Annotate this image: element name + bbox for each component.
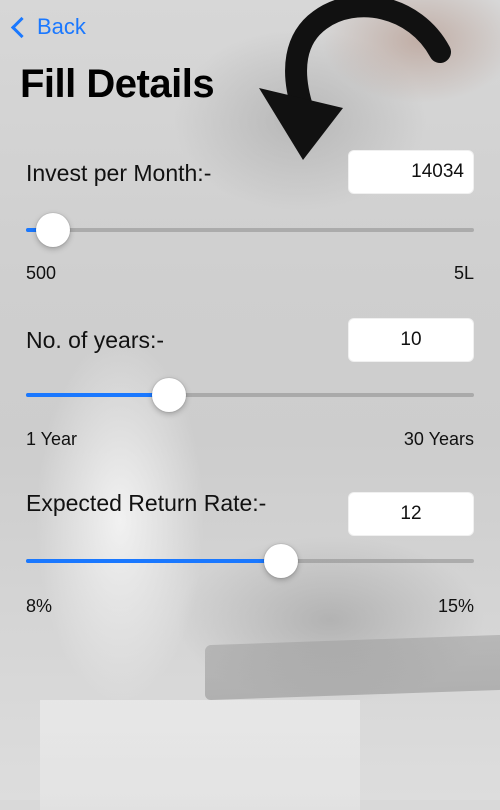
field-invest-per-month: Invest per Month:- 14034 500 5L — [26, 148, 474, 283]
slider-thumb[interactable] — [152, 378, 187, 412]
slider-min-label: 8% — [26, 596, 53, 616]
field-label: Invest per Month:- — [26, 160, 212, 186]
slider-thumb[interactable] — [264, 544, 299, 578]
slider-track — [26, 228, 474, 232]
back-label: Back — [37, 14, 86, 39]
expected-return-rate-input[interactable]: 12 — [348, 492, 474, 536]
slider-range-labels: 500 5L — [26, 263, 474, 284]
invest-per-month-input[interactable]: 14034 — [348, 150, 474, 194]
field-expected-return-rate: Expected Return Rate:- 12 8% 15% — [26, 490, 474, 616]
slider-range-labels: 1 Year 30 Years — [26, 429, 474, 450]
expected-return-rate-slider[interactable] — [26, 544, 474, 578]
slider-min-label: 1 Year — [26, 429, 78, 449]
chevron-left-icon — [10, 16, 33, 38]
slider-min-label: 500 — [26, 263, 57, 283]
back-button[interactable]: Back — [10, 10, 86, 44]
screen: Back Fill Details Invest per Month:- 140… — [0, 0, 500, 800]
slider-max-label: 5L — [453, 263, 474, 283]
slider-fill — [26, 559, 282, 563]
curved-arrow-icon — [259, 0, 451, 160]
field-label: Expected Return Rate:- — [26, 490, 267, 516]
field-label: No. of years:- — [26, 327, 165, 353]
field-number-of-years: No. of years:- 10 1 Year 30 Years — [26, 316, 474, 449]
slider-fill — [26, 393, 170, 397]
slider-max-label: 15% — [437, 596, 474, 616]
slider-thumb[interactable] — [35, 213, 70, 247]
slider-max-label: 30 Years — [403, 429, 474, 449]
number-of-years-slider[interactable] — [26, 378, 474, 412]
invest-per-month-slider[interactable] — [26, 213, 474, 247]
number-of-years-input[interactable]: 10 — [348, 318, 474, 362]
slider-range-labels: 8% 15% — [26, 596, 474, 617]
page-title: Fill Details — [20, 62, 215, 106]
